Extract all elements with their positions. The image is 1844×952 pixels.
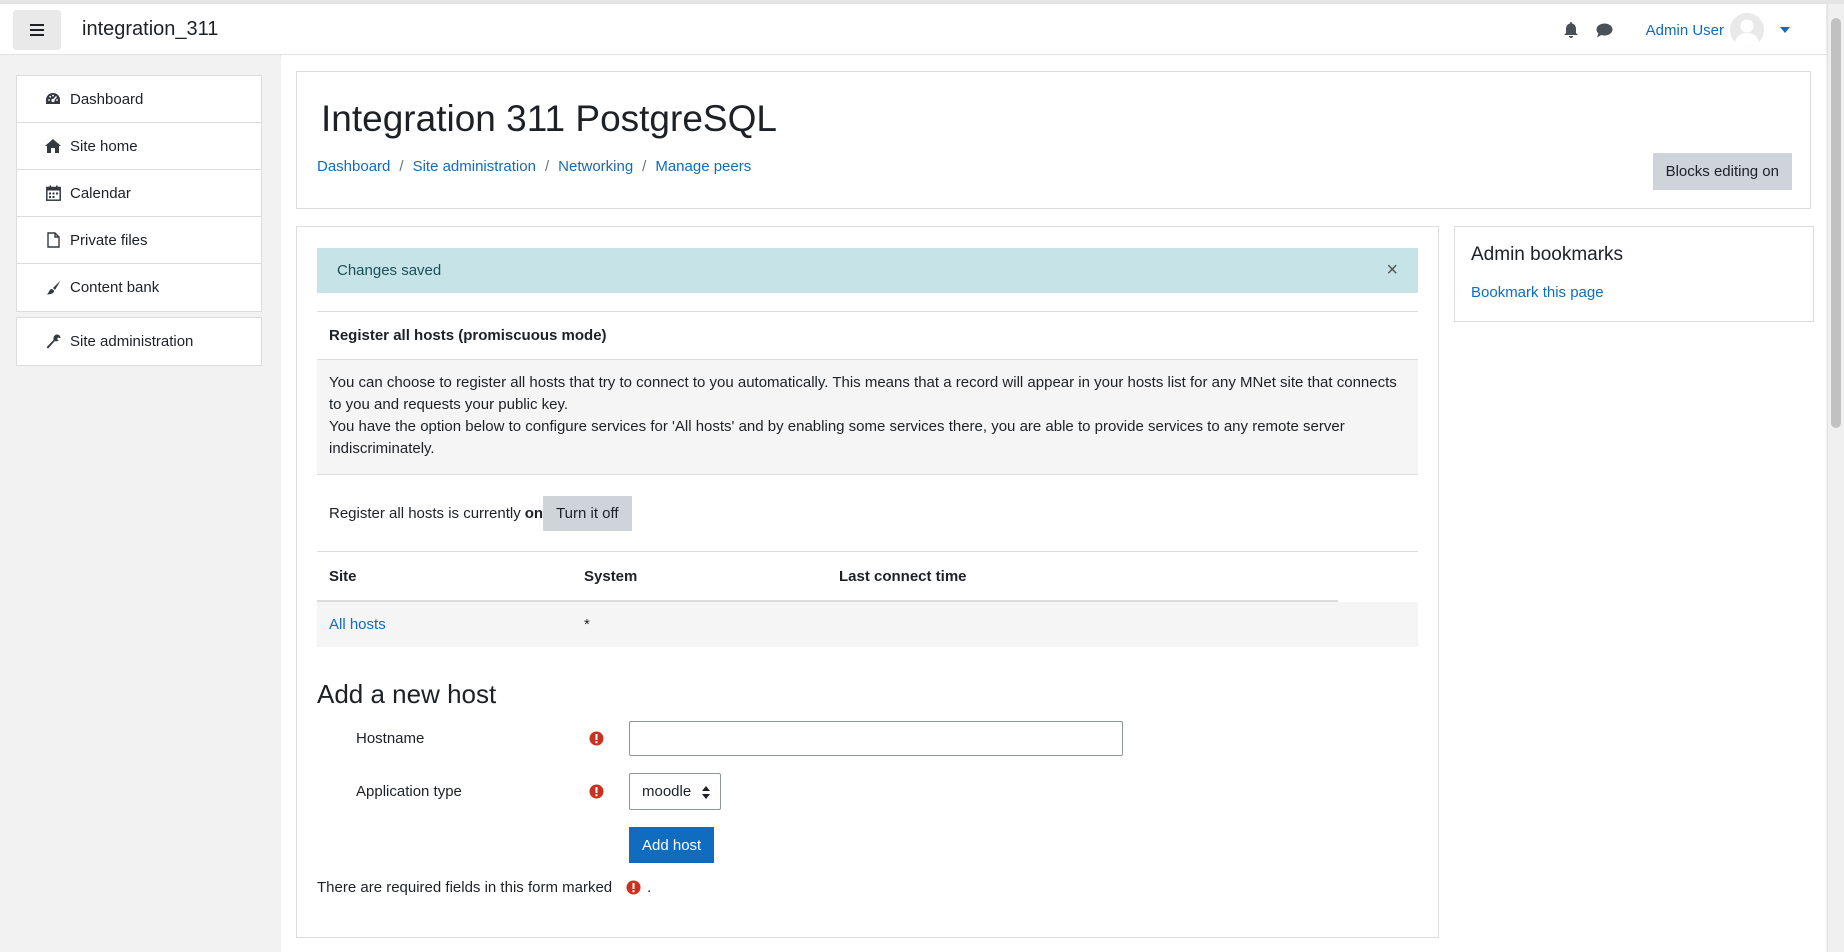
promiscuous-status-value: on xyxy=(524,505,544,522)
column-header-last-connect: Last connect time xyxy=(839,567,967,585)
messages-button[interactable] xyxy=(1594,19,1616,41)
column-header-system: System xyxy=(584,567,638,585)
page-title: Integration 311 PostgreSQL xyxy=(321,98,777,139)
application-type-select[interactable]: moodle xyxy=(629,773,721,810)
table-row: All hosts * xyxy=(317,602,1418,647)
chat-bubble-icon xyxy=(1596,23,1613,37)
breadcrumb-manage-peers[interactable]: Manage peers xyxy=(655,158,751,175)
brush-icon xyxy=(45,280,61,296)
application-type-form-row: Application type moodle xyxy=(317,773,1417,810)
main-region: Changes saved × Register all hosts (prom… xyxy=(296,226,1439,938)
promiscuous-heading: Register all hosts (promiscuous mode) xyxy=(317,312,1418,360)
drawer-item-content-bank[interactable]: Content bank xyxy=(17,264,261,311)
bell-icon xyxy=(1563,22,1578,38)
promiscuous-description: You can choose to register all hosts tha… xyxy=(317,360,1418,475)
avatar-icon xyxy=(1730,13,1764,47)
drawer-item-label: Site administration xyxy=(70,333,194,350)
drawer-item-label: Private files xyxy=(70,231,148,249)
column-header-site: Site xyxy=(329,567,357,585)
hostname-form-row: Hostname xyxy=(317,720,1417,757)
user-menu-caret-icon[interactable] xyxy=(1780,27,1790,33)
add-host-heading: Add a new host xyxy=(317,679,497,709)
drawer-admin-group: Site administration xyxy=(16,317,262,366)
required-icon xyxy=(589,731,604,746)
user-menu-name[interactable]: Admin User xyxy=(1646,22,1724,39)
nav-drawer: Dashboard Site home Calendar Private fil… xyxy=(0,55,280,952)
menu-toggle-button[interactable] xyxy=(13,10,61,50)
drawer-item-label: Calendar xyxy=(70,184,131,202)
application-type-label: Application type xyxy=(356,783,462,800)
drawer-main-group: Dashboard Site home Calendar Private fil… xyxy=(16,75,262,312)
required-note-period: . xyxy=(647,879,652,896)
page-scrollbar[interactable] xyxy=(1827,4,1844,952)
promiscuous-status-row: Register all hosts is currently on Turn … xyxy=(317,475,1418,552)
file-icon xyxy=(45,232,61,248)
home-icon xyxy=(45,138,61,154)
blocks-editing-button[interactable]: Blocks editing on xyxy=(1652,153,1792,190)
hosts-table-header: Site System Last connect time xyxy=(317,552,1338,602)
breadcrumb-separator: / xyxy=(399,158,404,175)
required-icon xyxy=(626,880,641,895)
drawer-item-label: Site home xyxy=(70,137,138,155)
add-host-button[interactable]: Add host xyxy=(629,827,715,863)
drawer-item-site-administration[interactable]: Site administration xyxy=(17,318,261,365)
turn-it-off-button[interactable]: Turn it off xyxy=(543,496,632,531)
hostname-input[interactable] xyxy=(629,721,1123,756)
drawer-item-calendar[interactable]: Calendar xyxy=(17,170,261,217)
bookmarks-title: Admin bookmarks xyxy=(1471,244,1624,265)
wrench-icon xyxy=(45,334,61,350)
all-hosts-link[interactable]: All hosts xyxy=(329,616,386,633)
bookmark-this-page-link[interactable]: Bookmark this page xyxy=(1471,284,1604,301)
scrollbar-thumb[interactable] xyxy=(1831,18,1841,428)
close-icon[interactable]: × xyxy=(1386,259,1398,282)
required-icon xyxy=(589,784,604,799)
breadcrumb-dashboard[interactable]: Dashboard xyxy=(317,158,390,175)
site-name-link[interactable]: integration_311 xyxy=(82,18,218,41)
breadcrumb: Dashboard / Site administration / Networ… xyxy=(317,158,751,175)
breadcrumb-separator: / xyxy=(642,158,647,175)
notifications-button[interactable] xyxy=(1560,19,1582,41)
breadcrumb-separator: / xyxy=(544,158,550,175)
promiscuous-status-text: Register all hosts is currently xyxy=(329,505,521,522)
required-fields-note: There are required fields in this form m… xyxy=(317,879,651,896)
select-updown-icon xyxy=(702,786,710,799)
user-avatar[interactable] xyxy=(1730,13,1764,47)
application-type-value: moodle xyxy=(642,783,692,800)
navbar-right: Admin User xyxy=(1560,12,1790,48)
promiscuous-mode-table: Register all hosts (promiscuous mode) Yo… xyxy=(317,311,1418,552)
top-navbar: integration_311 Admin User xyxy=(0,4,1826,55)
promiscuous-desc-line-2: You have the option below to configure s… xyxy=(329,418,1345,457)
drawer-item-private-files[interactable]: Private files xyxy=(17,217,261,264)
breadcrumb-networking[interactable]: Networking xyxy=(558,158,633,175)
dashboard-icon xyxy=(45,91,61,107)
required-note-text: There are required fields in this form m… xyxy=(317,879,613,896)
promiscuous-desc-line-1: You can choose to register all hosts tha… xyxy=(329,374,1397,413)
calendar-icon xyxy=(45,185,61,201)
changes-saved-alert: Changes saved × xyxy=(317,248,1418,293)
drawer-item-dashboard[interactable]: Dashboard xyxy=(17,76,261,123)
alert-message: Changes saved xyxy=(337,262,442,279)
hosts-table: Site System Last connect time All hosts … xyxy=(317,551,1418,647)
breadcrumb-site-administration[interactable]: Site administration xyxy=(413,158,536,175)
drawer-item-label: Dashboard xyxy=(70,90,144,108)
page-header: Integration 311 PostgreSQL Dashboard / S… xyxy=(296,71,1811,209)
hostname-label: Hostname xyxy=(356,730,425,747)
hamburger-icon xyxy=(30,24,44,36)
host-system-cell: * xyxy=(584,616,590,633)
admin-bookmarks-block: Admin bookmarks Bookmark this page xyxy=(1454,226,1814,322)
drawer-item-label: Content bank xyxy=(70,279,160,296)
drawer-item-site-home[interactable]: Site home xyxy=(17,123,261,170)
